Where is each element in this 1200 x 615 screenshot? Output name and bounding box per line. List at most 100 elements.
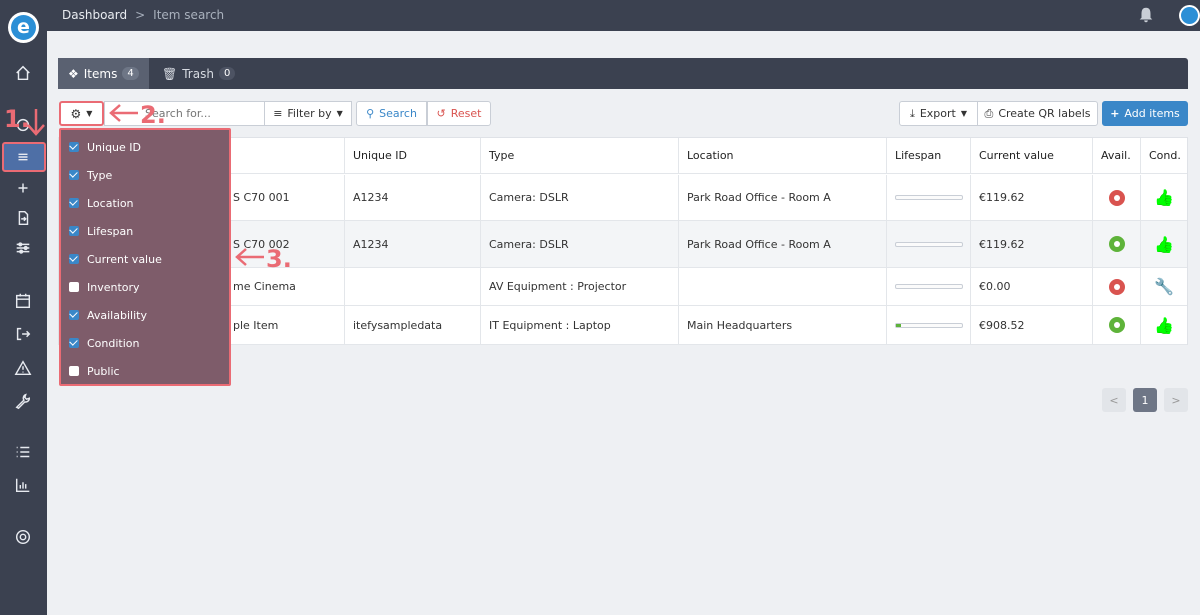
caret-down-icon: ▼: [336, 109, 343, 118]
cell-condition: 👍: [1140, 221, 1187, 267]
column-option-label: Lifespan: [87, 224, 134, 238]
column-option-label: Inventory: [87, 280, 140, 294]
gear-icon: ⚙: [70, 106, 82, 121]
thumbs-up-icon: 👍: [1154, 188, 1174, 207]
column-option[interactable]: Type: [69, 165, 112, 185]
checkbox[interactable]: [69, 282, 79, 292]
available-status-icon: [1108, 317, 1125, 333]
column-option[interactable]: Inventory: [69, 277, 140, 297]
list-icon[interactable]: [12, 146, 34, 168]
search-button[interactable]: ⚲ Search: [356, 101, 427, 126]
column-option[interactable]: Availability: [69, 305, 147, 325]
tabs-bar: ❖ Items 4 🗑 Trash 0: [58, 58, 1188, 89]
checkout-icon[interactable]: [12, 323, 34, 345]
cell-unique-id: A1234: [344, 175, 480, 220]
column-option[interactable]: Public: [69, 361, 120, 381]
annotation-step-2: 2.: [140, 101, 166, 129]
annotation-arrow-left-icon: [109, 104, 138, 122]
cell-availability: [1092, 221, 1140, 267]
calendar-icon[interactable]: [12, 290, 34, 312]
breadcrumb-dashboard[interactable]: Dashboard: [62, 8, 127, 22]
column-option-label: Type: [87, 168, 113, 182]
export-button[interactable]: ⤓ Export ▼: [899, 101, 978, 126]
breadcrumb-separator: >: [135, 8, 146, 22]
annotation-arrow-down-icon: [27, 109, 45, 136]
reset-button[interactable]: ↺ Reset: [427, 101, 491, 126]
col-header-unique-id[interactable]: Unique ID: [344, 138, 480, 173]
cell-lifespan: [886, 175, 970, 220]
breadcrumb-current: Item search: [153, 8, 225, 22]
column-option-label: Condition: [87, 336, 140, 350]
filter-by-button[interactable]: ≡ Filter by ▼: [264, 101, 352, 126]
unavailable-status-icon: [1108, 189, 1125, 206]
tab-items-label: Items: [83, 66, 118, 81]
caret-down-icon: ▼: [960, 109, 968, 118]
download-icon: ⤓: [909, 106, 915, 120]
checkbox[interactable]: [69, 338, 79, 348]
cell-current-value: €0.00: [970, 268, 1092, 305]
import-icon[interactable]: [12, 207, 34, 229]
home-icon[interactable]: [12, 62, 34, 84]
caret-down-icon: ▼: [86, 109, 93, 118]
cell-location: Park Road Office - Room A: [678, 175, 886, 220]
column-option[interactable]: Unique ID: [69, 137, 141, 157]
sliders-icon[interactable]: [12, 237, 34, 259]
breadcrumb: Dashboard > Item search: [62, 8, 224, 22]
notification-bell-icon[interactable]: [1137, 6, 1155, 24]
checkbox[interactable]: [69, 226, 79, 236]
cell-location: [678, 268, 886, 305]
col-header-current-value[interactable]: Current value: [970, 138, 1092, 173]
col-header-lifespan[interactable]: Lifespan: [886, 138, 970, 173]
cubes-icon: ❖: [68, 66, 79, 81]
lifespan-bar: [895, 284, 963, 289]
pagination-prev[interactable]: <: [1102, 388, 1126, 412]
cell-unique-id: [344, 268, 480, 305]
lifespan-bar-fill: [896, 323, 902, 327]
pagination-next[interactable]: >: [1164, 388, 1188, 412]
column-option-label: Current value: [87, 252, 162, 266]
cell-unique-id: A1234: [344, 221, 480, 267]
checkbox[interactable]: [69, 142, 79, 152]
tab-trash[interactable]: 🗑 Trash 0: [152, 58, 245, 89]
column-option[interactable]: Condition: [69, 333, 140, 353]
col-header-type[interactable]: Type: [480, 138, 678, 173]
tab-trash-label: Trash: [182, 66, 214, 81]
pagination-current[interactable]: 1: [1133, 388, 1157, 412]
checkbox[interactable]: [69, 254, 79, 264]
plus-icon[interactable]: [12, 177, 34, 199]
bullet-list-icon[interactable]: [12, 441, 34, 463]
column-option[interactable]: Lifespan: [69, 221, 133, 241]
column-option[interactable]: Location: [69, 193, 134, 213]
wrench-icon: 🔧: [1154, 277, 1174, 296]
column-option-label: Public: [87, 364, 120, 378]
cell-availability: [1092, 306, 1140, 344]
checkbox[interactable]: [69, 366, 79, 376]
checkbox[interactable]: [69, 198, 79, 208]
app-logo[interactable]: e: [8, 12, 39, 43]
settings-icon[interactable]: [12, 526, 34, 548]
user-avatar[interactable]: [1179, 5, 1200, 26]
col-header-location[interactable]: Location: [678, 138, 886, 173]
add-items-button[interactable]: + Add items: [1102, 101, 1188, 126]
cell-location: Main Headquarters: [678, 306, 886, 344]
cell-type: AV Equipment : Projector: [480, 268, 678, 305]
checkbox[interactable]: [69, 310, 79, 320]
checkbox[interactable]: [69, 170, 79, 180]
undo-icon: ↺: [436, 107, 446, 120]
cell-condition: 🔧: [1140, 268, 1187, 305]
plus-icon: +: [1110, 107, 1120, 120]
col-header-avail[interactable]: Avail.: [1092, 138, 1140, 173]
reports-icon[interactable]: [12, 474, 34, 496]
create-qr-labels-button[interactable]: ⎙ Create QR labels: [977, 101, 1098, 126]
wrench-icon[interactable]: [12, 390, 34, 412]
column-option[interactable]: Current value: [69, 249, 162, 269]
cell-lifespan: [886, 268, 970, 305]
warning-icon[interactable]: [12, 357, 34, 379]
col-header-cond[interactable]: Cond.: [1140, 138, 1187, 173]
tab-items[interactable]: ❖ Items 4: [58, 58, 149, 89]
trash-icon: 🗑: [162, 66, 178, 81]
cell-type: Camera: DSLR: [480, 221, 678, 267]
cell-type: IT Equipment : Laptop: [480, 306, 678, 344]
thumbs-up-icon: 👍: [1154, 315, 1174, 335]
column-settings-button[interactable]: ⚙ ▼: [59, 101, 104, 126]
